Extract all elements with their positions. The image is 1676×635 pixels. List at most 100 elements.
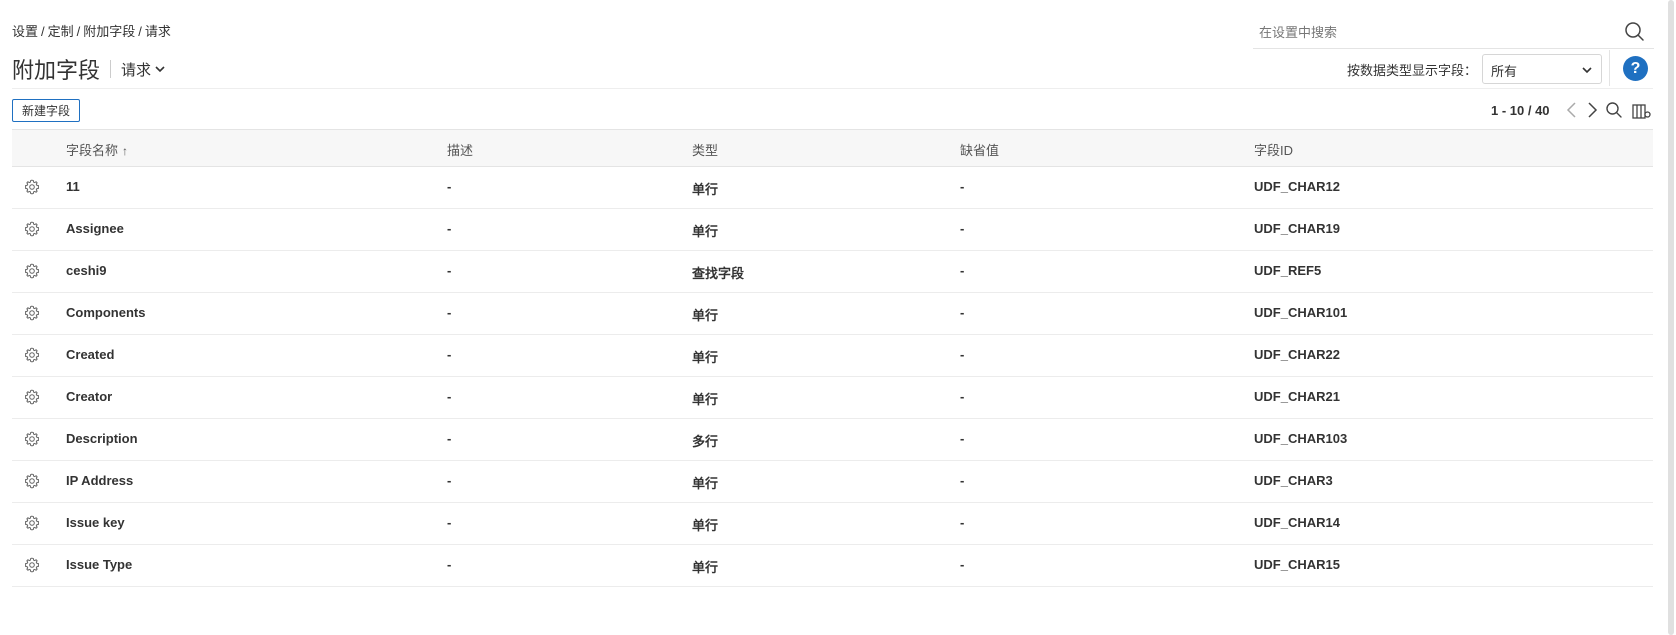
- field-default-value: -: [960, 179, 965, 194]
- filter-selected-value: 所有: [1491, 64, 1518, 79]
- field-default-value: -: [960, 389, 965, 404]
- field-default-value: -: [960, 263, 965, 278]
- field-name-link[interactable]: 11: [66, 179, 80, 194]
- field-description: -: [447, 473, 452, 488]
- chevron-left-icon[interactable]: [1565, 101, 1579, 122]
- field-name-link[interactable]: IP Address: [66, 473, 133, 488]
- column-header-type[interactable]: 类型: [692, 140, 718, 159]
- gear-icon[interactable]: [24, 179, 40, 195]
- field-name-link[interactable]: ceshi9: [66, 263, 106, 278]
- gear-icon[interactable]: [24, 221, 40, 237]
- field-type: 单行: [692, 392, 719, 407]
- table-row: Created - 单行 - UDF_CHAR22: [12, 335, 1653, 377]
- data-type-filter-select[interactable]: 所有: [1482, 54, 1602, 84]
- table-row: Issue Type - 单行 - UDF_CHAR15: [12, 545, 1653, 587]
- table-row: 11 - 单行 - UDF_CHAR12: [12, 167, 1653, 209]
- field-type: 单行: [692, 560, 719, 575]
- gear-icon[interactable]: [24, 431, 40, 447]
- field-default-value: -: [960, 431, 965, 446]
- field-default-value: -: [960, 557, 965, 572]
- gear-icon[interactable]: [24, 557, 40, 573]
- field-id: UDF_CHAR15: [1254, 557, 1340, 572]
- field-description: -: [447, 347, 452, 362]
- field-type: 单行: [692, 350, 719, 365]
- header-divider: [12, 88, 1653, 89]
- field-default-value: -: [960, 473, 965, 488]
- breadcrumb-item-additional-fields[interactable]: 附加字段: [83, 24, 135, 39]
- table-row: Creator - 单行 - UDF_CHAR21: [12, 377, 1653, 419]
- column-header-description[interactable]: 描述: [447, 140, 473, 159]
- column-header-default[interactable]: 缺省值: [960, 140, 999, 159]
- module-selector[interactable]: 请求: [121, 59, 166, 80]
- field-name-link[interactable]: Assignee: [66, 221, 124, 236]
- column-header-name[interactable]: 字段名称 ↑: [66, 140, 128, 159]
- field-description: -: [447, 179, 452, 194]
- field-type: 多行: [692, 434, 719, 449]
- sort-ascending-icon: ↑: [122, 144, 129, 158]
- field-default-value: -: [960, 515, 965, 530]
- gear-icon[interactable]: [24, 305, 40, 321]
- fields-table: 字段名称 ↑ 描述 类型 缺省值 字段ID 11 - 单行 - UDF_CHAR12 Ass…: [12, 129, 1653, 587]
- help-button[interactable]: ?: [1623, 56, 1648, 81]
- chevron-down-icon: [155, 66, 165, 73]
- table-row: Description - 多行 - UDF_CHAR103: [12, 419, 1653, 461]
- title-divider: [110, 60, 112, 78]
- field-id: UDF_CHAR19: [1254, 221, 1340, 236]
- field-type: 单行: [692, 224, 719, 239]
- column-settings-icon[interactable]: [1632, 102, 1652, 123]
- gear-icon[interactable]: [24, 515, 40, 531]
- field-description: -: [447, 557, 452, 572]
- header-divider: [1609, 50, 1610, 86]
- search-icon[interactable]: [1605, 101, 1623, 122]
- field-description: -: [447, 515, 452, 530]
- gear-icon[interactable]: [24, 263, 40, 279]
- field-name-link[interactable]: Issue Type: [66, 557, 132, 572]
- settings-search-input[interactable]: [1257, 20, 1601, 44]
- field-name-link[interactable]: Creator: [66, 389, 112, 404]
- field-name-link[interactable]: Description: [66, 431, 138, 446]
- breadcrumb-item-customize[interactable]: 定制: [48, 24, 74, 39]
- chevron-down-icon: [1582, 67, 1592, 74]
- new-field-button[interactable]: 新建字段: [12, 99, 81, 122]
- table-header: 字段名称 ↑ 描述 类型 缺省值 字段ID: [12, 129, 1653, 167]
- gear-icon[interactable]: [24, 347, 40, 363]
- field-default-value: -: [960, 347, 965, 362]
- field-description: -: [447, 221, 452, 236]
- breadcrumb-item-settings[interactable]: 设置: [12, 24, 38, 39]
- field-id: UDF_CHAR14: [1254, 515, 1340, 530]
- table-row: ceshi9 - 查找字段 - UDF_REF5: [12, 251, 1653, 293]
- field-default-value: -: [960, 305, 965, 320]
- page-header: 附加字段 请求: [12, 52, 166, 86]
- field-type: 单行: [692, 308, 719, 323]
- pagination-range: 1 - 10 / 40: [1491, 103, 1550, 118]
- table-row: Assignee - 单行 - UDF_CHAR19: [12, 209, 1653, 251]
- page-scrollbar-thumb[interactable]: [1668, 0, 1674, 635]
- field-id: UDF_CHAR103: [1254, 431, 1348, 446]
- breadcrumb-separator: /: [41, 24, 45, 39]
- field-type: 查找字段: [692, 266, 745, 281]
- table-row: Components - 单行 - UDF_CHAR101: [12, 293, 1653, 335]
- field-name-link[interactable]: Issue key: [66, 515, 125, 530]
- field-type: 单行: [692, 182, 719, 197]
- filter-label: 按数据类型显示字段：: [1347, 63, 1478, 78]
- column-header-field-id[interactable]: 字段ID: [1254, 140, 1293, 159]
- breadcrumb-separator: /: [76, 24, 81, 39]
- field-id: UDF_CHAR21: [1254, 389, 1340, 404]
- chevron-right-icon[interactable]: [1585, 101, 1599, 122]
- table-row: IP Address - 单行 - UDF_CHAR3: [12, 461, 1653, 503]
- field-description: -: [447, 305, 452, 320]
- page-scrollbar[interactable]: [1666, 0, 1676, 635]
- breadcrumb-separator: /: [138, 24, 142, 39]
- settings-search: [1253, 14, 1654, 49]
- field-id: UDF_REF5: [1254, 263, 1322, 278]
- table-body: 11 - 单行 - UDF_CHAR12 Assignee - 单行 - UDF_CHAR19 ce…: [12, 167, 1653, 587]
- gear-icon[interactable]: [24, 473, 40, 489]
- field-name-link[interactable]: Components: [66, 305, 145, 320]
- field-description: -: [447, 431, 452, 446]
- gear-icon[interactable]: [24, 389, 40, 405]
- module-selector-label: 请求: [121, 61, 152, 79]
- field-name-link[interactable]: Created: [66, 347, 114, 362]
- breadcrumb: 设置 / 定制 / 附加字段 / 请求: [12, 21, 171, 40]
- page-title: 附加字段: [12, 58, 101, 83]
- search-icon[interactable]: [1623, 20, 1645, 42]
